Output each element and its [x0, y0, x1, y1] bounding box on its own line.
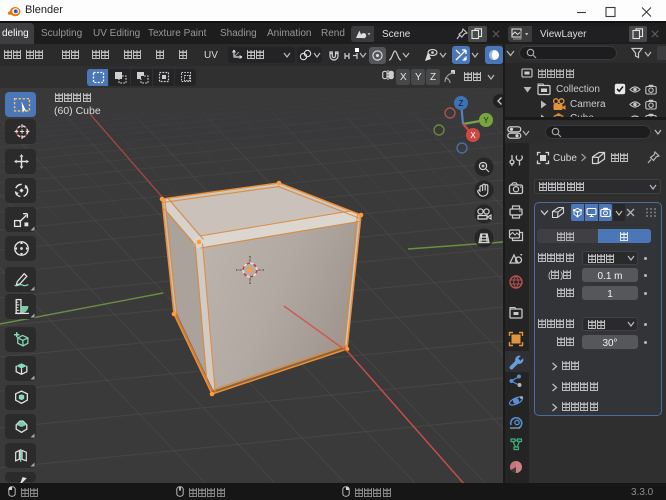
svg-text:X: X — [470, 131, 476, 140]
svg-text:Y: Y — [483, 116, 489, 125]
svg-text:Z: Z — [459, 99, 464, 108]
